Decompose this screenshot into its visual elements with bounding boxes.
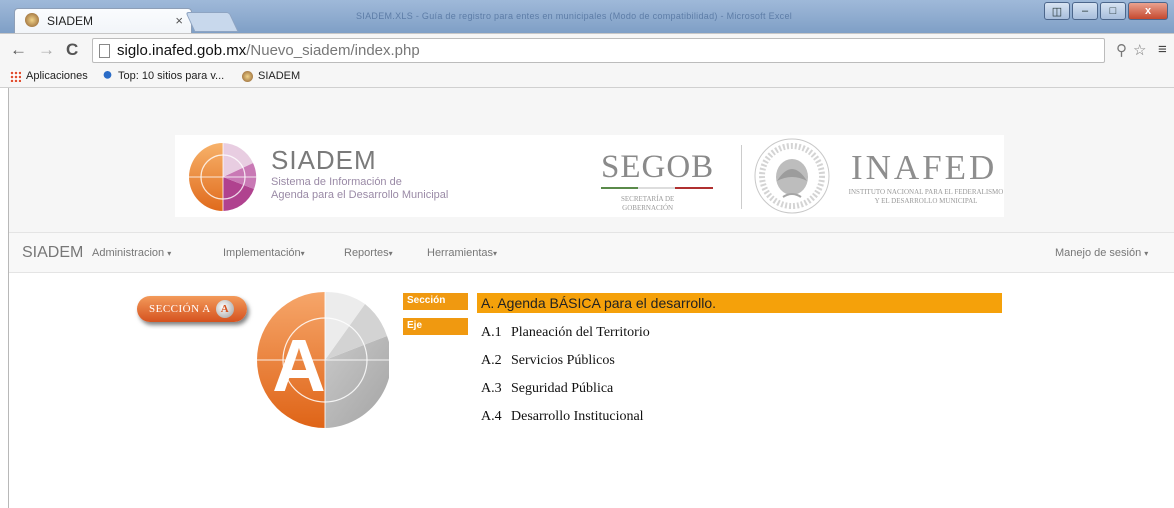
inafed-subtitle: INSTITUTO NACIONAL PARA EL FEDERALISMO Y… (848, 188, 1004, 205)
site-icon (102, 70, 113, 82)
chevron-down-icon: ▾ (1144, 249, 1149, 258)
bookmark-label: Top: 10 sitios para v... (118, 70, 225, 82)
section-a-badge[interactable]: SECCIÓN A A (137, 296, 247, 322)
forward-button[interactable]: → (38, 40, 55, 60)
bookmark-label: Aplicaciones (26, 70, 88, 82)
mexico-coat-of-arms-icon (754, 138, 830, 214)
page-icon (99, 44, 110, 58)
eje-link-a4[interactable]: A.4 Desarrollo Institucional (481, 409, 644, 425)
tab-title: SIADEM (47, 14, 94, 28)
siadem-favicon-icon (25, 13, 39, 27)
apps-icon (10, 70, 21, 82)
address-bar[interactable]: siglo.inafed.gob.mx/Nuevo_siadem/index.p… (92, 38, 1105, 63)
close-window-button[interactable]: x (1128, 2, 1168, 20)
bookmark-label: SIADEM (258, 70, 301, 82)
chevron-down-icon: ▾ (493, 249, 498, 258)
logo-banner: SIADEM Sistema de Información de Agenda … (175, 135, 1004, 217)
navbar-brand[interactable]: SIADEM (22, 244, 83, 262)
eje-link-a1[interactable]: A.1 Planeación del Territorio (481, 325, 650, 341)
chrome-menu-icon[interactable]: ≡ (1158, 41, 1167, 58)
main-navbar: SIADEM Administracion ▾ Implementación▾ … (9, 232, 1174, 273)
title-bar: SIADEM × SIADEM.XLS - Guía de registro p… (0, 0, 1174, 33)
menu-manejo-sesion[interactable]: Manejo de sesión ▾ (1055, 247, 1148, 259)
minimize-button[interactable]: – (1072, 2, 1098, 20)
window-controls: ◫ – □ x (1044, 2, 1168, 20)
siadem-icon (242, 70, 253, 82)
section-title-bar: A. Agenda BÁSICA para el desarrollo. (477, 293, 1002, 313)
back-button[interactable]: ← (10, 40, 27, 60)
reload-button[interactable]: C (66, 40, 78, 60)
eje-link-a2[interactable]: A.2 Servicios Públicos (481, 353, 615, 369)
chevron-down-icon: ▾ (300, 249, 305, 258)
browser-window: SIADEM × SIADEM.XLS - Guía de registro p… (0, 0, 1174, 508)
window-title: SIADEM.XLS - Guía de registro para entes… (356, 11, 793, 21)
segob-logo: SEGOB (601, 149, 715, 185)
menu-reportes[interactable]: Reportes▾ (344, 247, 393, 259)
eje-label: Eje (403, 318, 468, 335)
chevron-down-icon: ▾ (167, 249, 172, 258)
window-extra-button[interactable]: ◫ (1044, 2, 1070, 20)
bookmarks-bar: Aplicaciones Top: 10 sitios para v... SI… (0, 66, 1174, 88)
menu-administracion[interactable]: Administracion ▾ (92, 247, 171, 259)
inafed-logo: INAFED (851, 148, 998, 187)
bookmark-star-icon[interactable]: ☆ (1133, 41, 1146, 59)
big-section-letter: A (272, 324, 325, 407)
siadem-logo-icon (189, 143, 257, 211)
logo-separator (741, 145, 742, 209)
browser-tab[interactable]: SIADEM × (14, 8, 192, 33)
menu-herramientas[interactable]: Herramientas▾ (427, 247, 497, 259)
segob-subtitle: SECRETARÍA DE GOBERNACIÓN (621, 195, 675, 212)
maximize-button[interactable]: □ (1100, 2, 1126, 20)
bookmark-apps[interactable]: Aplicaciones (10, 70, 88, 82)
url-text: siglo.inafed.gob.mx/Nuevo_siadem/index.p… (117, 42, 420, 59)
section-letter-icon: A (216, 300, 234, 318)
new-tab-button[interactable] (185, 12, 239, 32)
bookmark-siadem[interactable]: SIADEM (242, 70, 300, 82)
seccion-label: Sección (403, 293, 468, 310)
chevron-down-icon: ▾ (388, 249, 393, 258)
siadem-subtitle: Sistema de Información de Agenda para el… (271, 176, 449, 201)
browser-toolbar: ← → C siglo.inafed.gob.mx/Nuevo_siadem/i… (0, 33, 1174, 66)
menu-implementacion[interactable]: Implementación▾ (223, 247, 305, 259)
eje-link-a3[interactable]: A.3 Seguridad Pública (481, 381, 613, 397)
segob-divider (601, 187, 713, 189)
page-content: SIADEM Sistema de Información de Agenda … (8, 88, 1174, 508)
key-icon[interactable]: ⚲ (1116, 41, 1127, 59)
siadem-title: SIADEM (271, 145, 377, 175)
section-a-disc-icon: A (257, 291, 389, 428)
tab-close-icon[interactable]: × (175, 13, 183, 28)
bookmark-top10[interactable]: Top: 10 sitios para v... (102, 70, 224, 82)
